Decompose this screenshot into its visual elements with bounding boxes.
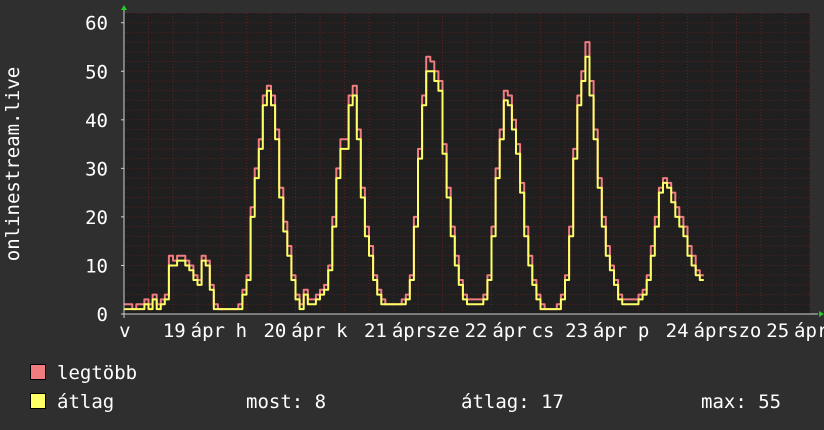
x-tick-label: ápr — [191, 320, 225, 342]
y-axis-label: onlinestream.live — [2, 67, 24, 261]
x-tick-label: v — [119, 320, 130, 342]
legend-swatch-max — [30, 364, 46, 380]
x-tick-label: sze — [425, 320, 459, 342]
stat-average: átlag: 17 — [461, 391, 564, 413]
legend-item-avg: átlag — [30, 391, 114, 413]
y-tick-label: 20 — [85, 207, 108, 229]
x-tick-label: cs — [532, 320, 555, 342]
x-tick-label: ápr — [492, 320, 526, 342]
x-tick-label: ápr — [593, 320, 627, 342]
x-tick-label: ápr — [694, 320, 728, 342]
x-tick-label: 20 — [263, 320, 286, 342]
x-tick-label: h — [236, 320, 247, 342]
y-tick-label: 0 — [97, 304, 108, 326]
x-tick-label: k — [336, 320, 348, 342]
x-tick-label: 22 — [465, 320, 488, 342]
y-axis-arrow — [121, 5, 127, 10]
x-tick-label: 21 — [364, 320, 387, 342]
legend-label-max: legtöbb — [57, 362, 138, 384]
x-tick-label: 25 — [766, 320, 789, 342]
y-tick-label: 10 — [85, 255, 108, 277]
x-tick-label: 19 — [163, 320, 186, 342]
y-tick-label: 30 — [85, 158, 108, 180]
legend-label-avg: átlag — [57, 391, 115, 413]
x-tick-label: szo — [727, 320, 761, 342]
x-tick-label: 24 — [666, 320, 689, 342]
y-tick-label: 60 — [85, 13, 108, 35]
x-tick-label: p — [638, 320, 649, 342]
x-tick-label: 23 — [565, 320, 588, 342]
y-tick-label: 50 — [85, 61, 108, 83]
x-axis-arrow — [819, 311, 824, 317]
y-tick-label: 40 — [85, 110, 108, 132]
x-tick-label: ápr — [392, 320, 426, 342]
x-tick-label: ápr — [291, 320, 325, 342]
legend-item-max: legtöbb — [30, 362, 137, 384]
stat-current: most: 8 — [246, 391, 327, 413]
x-tick-label: ápr — [794, 320, 824, 342]
legend-swatch-avg — [30, 393, 46, 409]
stat-maximum: max: 55 — [701, 391, 782, 413]
